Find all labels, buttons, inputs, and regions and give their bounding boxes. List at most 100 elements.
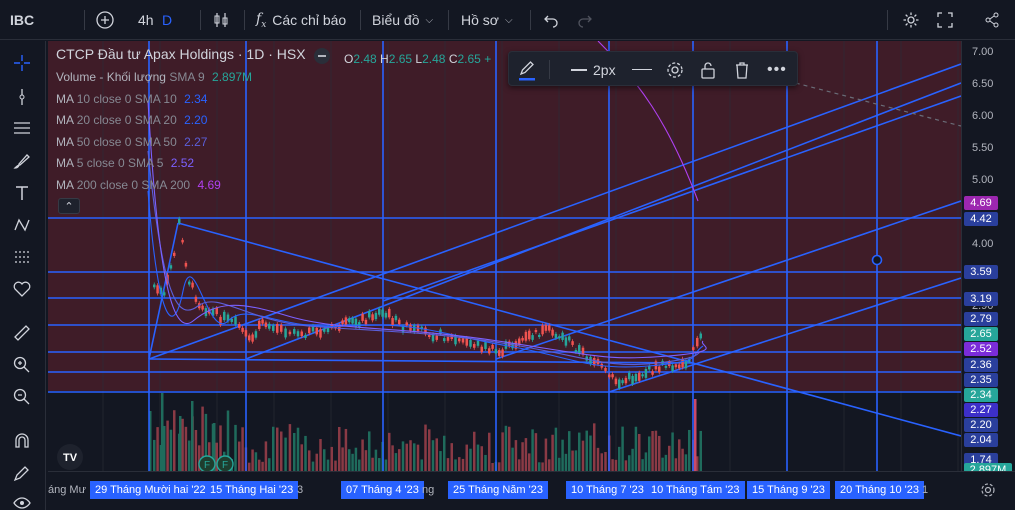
brush-tool[interactable] [8, 147, 36, 175]
price-label: 2.79 [964, 312, 998, 326]
profile-menu[interactable]: Hồ sơ ⌵ [461, 0, 513, 40]
volume-bar [344, 428, 348, 471]
volume-bar [424, 424, 427, 471]
volume-bar [348, 449, 351, 471]
candle-body [234, 316, 237, 325]
time-axis[interactable]: áng Mư 29 Tháng Mười hai '22 15 Tháng Hai… [48, 471, 1015, 510]
volume-bar [508, 426, 511, 471]
time-label-fragment: ng [422, 484, 435, 496]
volume-bar [528, 453, 531, 471]
price-tick: 5.50 [972, 142, 994, 154]
candle-body [378, 308, 381, 315]
chart-type-menu[interactable]: Biểu đồ ⌵ [372, 0, 433, 40]
time-label: 25 Tháng Năm '23 [448, 481, 548, 499]
fullscreen-button[interactable] [937, 0, 953, 40]
volume-bar [194, 430, 198, 471]
more-options-button[interactable]: ••• [767, 52, 787, 87]
remove-icon[interactable] [314, 48, 330, 64]
collapse-legend-button[interactable]: ⌃ [58, 198, 80, 214]
volume-bar [581, 440, 585, 471]
lock-drawing-button[interactable] [700, 52, 716, 87]
volume-bar [589, 435, 592, 471]
ruler-tool[interactable] [8, 319, 36, 347]
interval-d-button[interactable]: D [162, 0, 172, 40]
axis-settings-button[interactable] [980, 482, 996, 501]
magnet-icon [15, 433, 29, 448]
delete-drawing-button[interactable] [734, 52, 750, 87]
price-label: 4.69 [964, 196, 998, 210]
price-label: 2.52 [964, 342, 998, 356]
indicator-legend-row[interactable]: Volume - Khối lượng SMA 9 2.897M [56, 70, 252, 84]
fib-tool[interactable] [8, 114, 36, 142]
volume-bar [524, 438, 528, 471]
candle-body [524, 331, 528, 341]
undo-button[interactable] [543, 0, 559, 40]
volume-bar [191, 401, 194, 471]
volume-bar [501, 432, 504, 471]
volume-bar [173, 410, 176, 471]
volume-bar [668, 445, 671, 471]
redo-button[interactable] [577, 0, 593, 40]
indicator-legend-row[interactable]: MA 5 close 0 SMA 5 2.52 [56, 156, 194, 170]
indicator-legend-row[interactable]: MA 20 close 0 SMA 20 2.20 [56, 113, 207, 127]
time-label-fragment: 3 [297, 484, 304, 496]
candle-body [394, 315, 398, 321]
tradingview-logo[interactable]: TV [57, 444, 83, 470]
indicator-legend-row[interactable]: MA 10 close 0 SMA 10 2.34 [56, 92, 207, 106]
share-button[interactable] [984, 0, 1000, 40]
candle-body [521, 337, 524, 341]
chart-pane[interactable]: F F TV [48, 41, 961, 471]
volume-bar [268, 458, 271, 471]
price-label: 4.42 [964, 212, 998, 226]
price-tick: 4.00 [972, 238, 994, 250]
volume-bar [368, 431, 371, 471]
volume-bar [518, 459, 521, 471]
time-label-fragment: 1 [922, 484, 929, 496]
candle-body [538, 334, 541, 337]
zoom-out-tool[interactable] [8, 383, 36, 411]
symbol-search[interactable]: IBC [10, 0, 34, 40]
add-symbol-button[interactable] [96, 0, 114, 40]
candle-body [238, 323, 241, 328]
indicator-legend-row[interactable]: MA 50 close 0 SMA 50 2.27 [56, 135, 207, 149]
settings-button[interactable] [902, 0, 920, 40]
indicator-legend-row[interactable]: MA 200 close 0 SMA 200 4.69 [56, 178, 221, 192]
interval-4h-button[interactable]: 4h [138, 0, 154, 40]
drawing-handle[interactable] [871, 254, 883, 266]
gear-icon [667, 61, 683, 78]
text-tool[interactable] [8, 179, 36, 207]
chart-style-button[interactable] [212, 0, 230, 40]
time-label: 10 Tháng 7 '23 [566, 481, 649, 499]
drawing-settings-button[interactable] [666, 52, 684, 87]
volume-bar [443, 435, 446, 471]
volume-bar [251, 449, 254, 471]
favorites-tool[interactable] [8, 275, 36, 303]
zoom-in-tool[interactable] [8, 351, 36, 379]
volume-bar [166, 420, 169, 471]
indicator-value: 2.20 [184, 113, 208, 127]
prediction-tool[interactable] [8, 243, 36, 271]
price-chart[interactable]: F F TV [48, 41, 961, 471]
magnet-tool[interactable] [8, 427, 36, 455]
line-style-button[interactable] [632, 52, 652, 87]
trendline-tool[interactable] [8, 83, 36, 111]
time-label: 15 Tháng Hai '23 [205, 481, 299, 499]
candle-body [618, 379, 621, 389]
indicators-button[interactable]: fx Các chỉ báo [256, 0, 346, 40]
lock-drawing-tool[interactable] [8, 459, 36, 487]
crosshair-tool[interactable] [8, 49, 36, 77]
symbol-title[interactable]: CTCP Đầu tư Apax Holdings · 1D · HSX [56, 46, 306, 62]
volume-bar [534, 433, 538, 471]
volume-bar [241, 427, 244, 471]
price-axis[interactable]: 7.00 6.50 6.00 5.50 5.00 4.00 2.90 4.69 4.42 3.5… [961, 41, 1015, 477]
line-width-button[interactable]: 2px [571, 52, 616, 87]
line-color-button[interactable] [517, 52, 537, 87]
candle-body [194, 296, 198, 302]
candle-body [358, 322, 361, 328]
hide-drawings-tool[interactable] [8, 489, 36, 510]
candle-body [181, 239, 184, 243]
candle-body [614, 378, 618, 385]
candle-body [631, 375, 634, 385]
pattern-tool[interactable] [8, 211, 36, 239]
candle-body [223, 311, 226, 321]
